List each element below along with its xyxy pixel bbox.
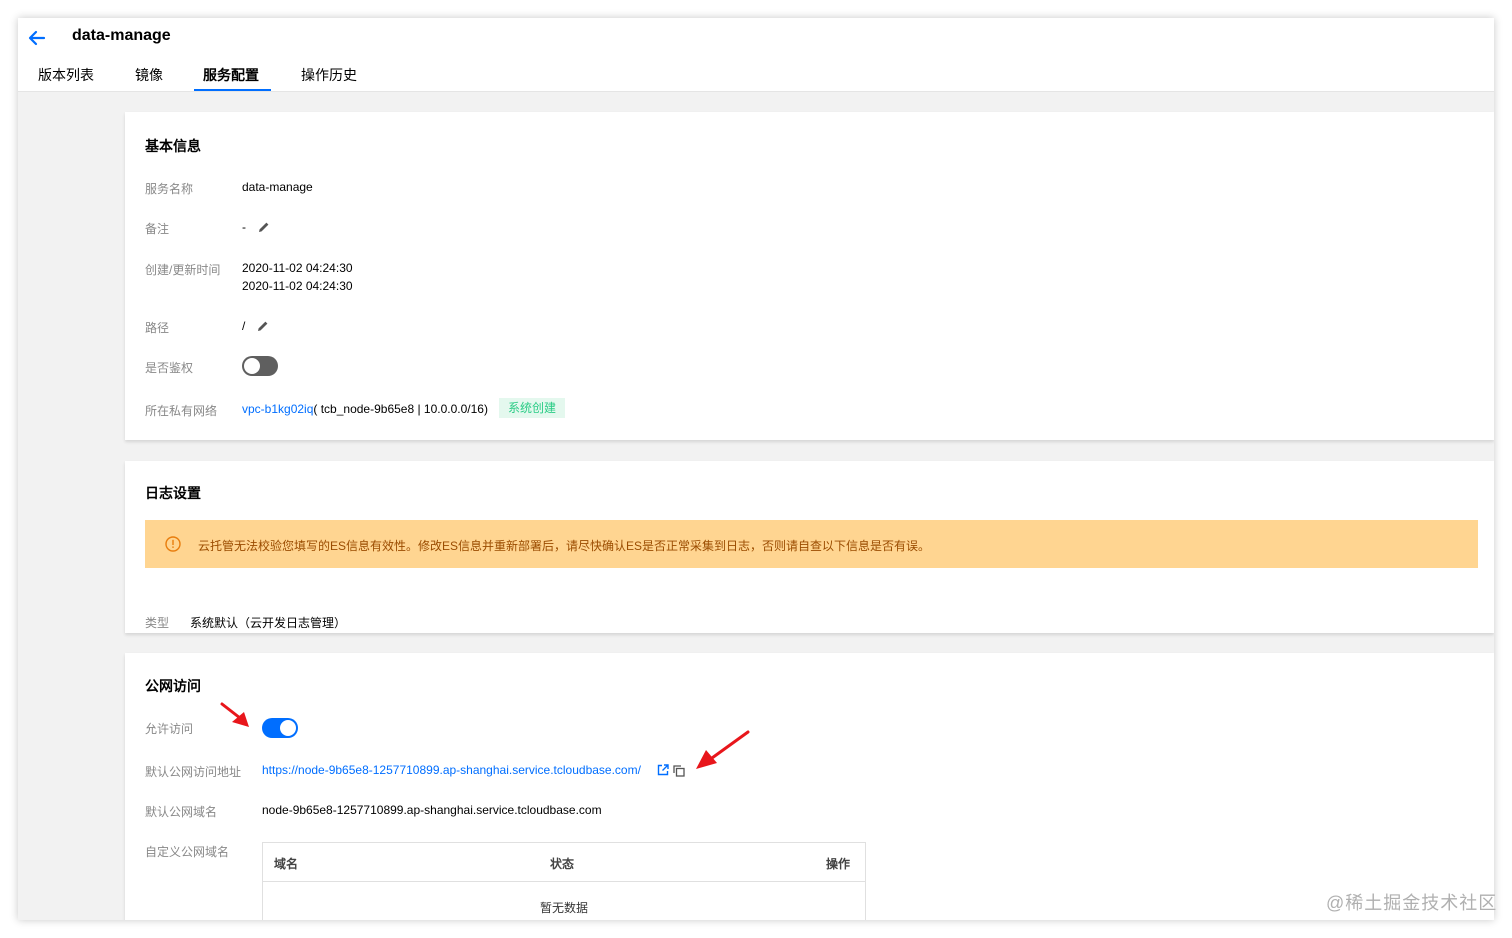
vpc-id-link[interactable]: vpc-b1kg02iq xyxy=(242,402,313,416)
tab-version-list[interactable]: 版本列表 xyxy=(38,65,94,91)
log-type-value: 系统默认（云开发日志管理） xyxy=(190,616,347,630)
log-type-label: 类型 xyxy=(145,616,170,630)
top-bar: data-manage 版本列表 镜像 服务配置 操作历史 xyxy=(18,18,1494,92)
app-window: data-manage 版本列表 镜像 服务配置 操作历史 基本信息 服务名称 … xyxy=(18,18,1494,920)
default-url-label: 默认公网访问地址 xyxy=(145,765,242,779)
warning-text: 云托管无法校验您填写的ES信息有效性。修改ES信息并重新部署后，请尽快确认ES是… xyxy=(198,539,931,553)
default-domain-value: node-9b65e8-1257710899.ap-shanghai.servi… xyxy=(262,803,602,817)
allow-access-label: 允许访问 xyxy=(145,722,194,736)
public-access-card: 公网访问 允许访问 默认公网访问地址 https://node-9b65e8-1… xyxy=(125,653,1494,920)
active-tab-indicator xyxy=(194,89,271,91)
table-empty-text: 暂无数据 xyxy=(539,901,588,915)
edit-remark-pencil-icon[interactable] xyxy=(258,220,270,232)
created-time-value: 2020-11-02 04:24:30 xyxy=(242,261,353,275)
auth-label: 是否鉴权 xyxy=(145,361,194,375)
edit-path-pencil-icon[interactable] xyxy=(257,319,269,331)
tab-operation-history[interactable]: 操作历史 xyxy=(301,65,357,91)
public-access-title: 公网访问 xyxy=(145,678,201,694)
path-label: 路径 xyxy=(145,321,170,335)
vpc-value: vpc-b1kg02iq( tcb_node-9b65e8 | 10.0.0.0… xyxy=(242,402,488,416)
default-url-link[interactable]: https://node-9b65e8-1257710899.ap-shangh… xyxy=(262,763,641,777)
remark-label: 备注 xyxy=(145,222,170,236)
tab-service-config[interactable]: 服务配置 xyxy=(203,65,259,91)
vpc-label: 所在私有网络 xyxy=(145,404,218,418)
column-header-status: 状态 xyxy=(550,857,575,871)
auth-toggle[interactable] xyxy=(242,356,278,376)
time-label: 创建/更新时间 xyxy=(145,263,221,277)
warning-circle-icon xyxy=(165,536,181,552)
service-name-value: data-manage xyxy=(242,180,313,194)
custom-domain-table: 域名 状态 操作 暂无数据 xyxy=(262,842,866,920)
basic-info-card: 基本信息 服务名称 data-manage 备注 - 创建/更新时间 2020-… xyxy=(125,112,1494,440)
allow-access-toggle[interactable] xyxy=(262,718,298,738)
warning-alert: 云托管无法校验您填写的ES信息有效性。修改ES信息并重新部署后，请尽快确认ES是… xyxy=(145,520,1478,568)
annotation-arrow-icon xyxy=(220,702,249,727)
system-created-badge: 系统创建 xyxy=(499,398,566,418)
tab-image[interactable]: 镜像 xyxy=(135,65,163,91)
path-value: / xyxy=(242,319,246,333)
column-header-action: 操作 xyxy=(826,857,851,871)
custom-domain-label: 自定义公网域名 xyxy=(145,845,230,859)
basic-info-title: 基本信息 xyxy=(145,138,201,154)
default-domain-label: 默认公网域名 xyxy=(145,805,218,819)
updated-time-value: 2020-11-02 04:24:30 xyxy=(242,279,353,293)
log-settings-title: 日志设置 xyxy=(145,485,201,501)
back-arrow-icon[interactable] xyxy=(26,28,48,48)
external-link-icon[interactable] xyxy=(657,763,669,776)
page-title: data-manage xyxy=(72,27,171,44)
watermark-text: @稀土掘金技术社区 xyxy=(1326,893,1498,913)
copy-icon[interactable] xyxy=(673,764,685,777)
vpc-detail: ( tcb_node-9b65e8 | 10.0.0.0/16) xyxy=(313,402,488,416)
table-header: 域名 状态 操作 xyxy=(263,843,865,882)
annotation-arrow-icon xyxy=(696,730,750,769)
service-name-label: 服务名称 xyxy=(145,182,194,196)
log-settings-card: 日志设置 云托管无法校验您填写的ES信息有效性。修改ES信息并重新部署后，请尽快… xyxy=(125,461,1494,633)
toggle-knob xyxy=(244,358,260,374)
column-header-domain: 域名 xyxy=(274,857,299,871)
remark-value: - xyxy=(242,220,246,234)
toggle-knob xyxy=(280,720,296,736)
